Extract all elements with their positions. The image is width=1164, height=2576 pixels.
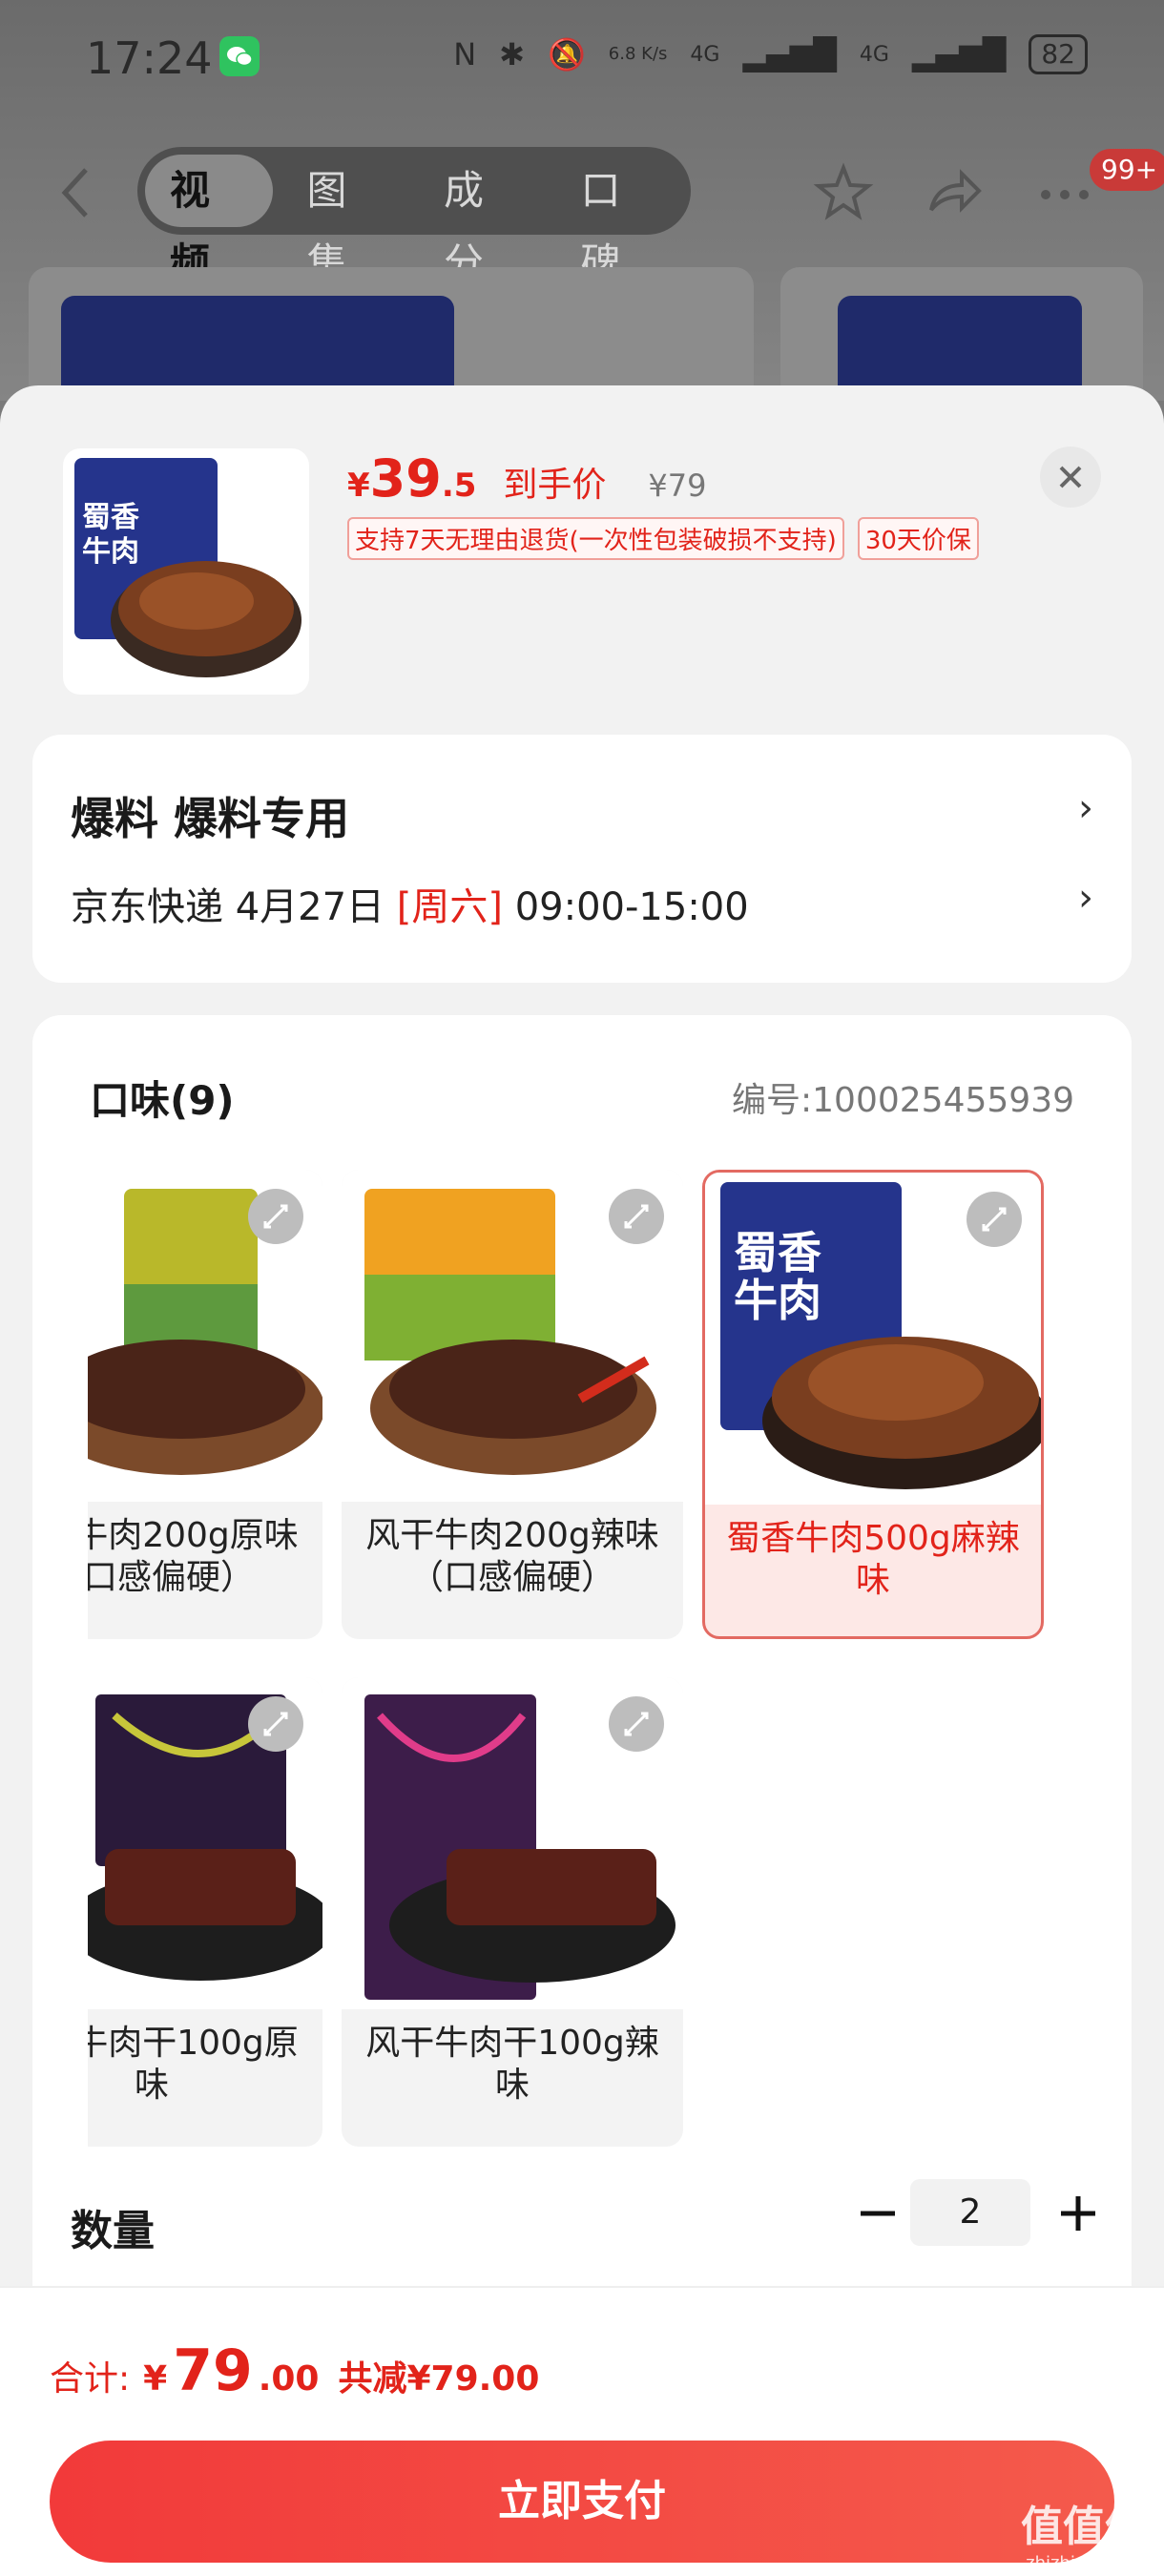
status-time: 17:24 bbox=[86, 32, 213, 84]
options-row-1: 风干牛肉200g原味（口感偏硬） 风干牛肉200g辣味（口感偏硬） 蜀香牛肉 蜀… bbox=[88, 1170, 1070, 1704]
order-total: 合计: ¥ 79 .00 共减¥79.00 bbox=[50, 2337, 539, 2404]
quantity-decrease-button[interactable] bbox=[849, 2185, 906, 2242]
product-code: 编号:100025455939 bbox=[732, 1081, 1074, 1120]
battery-indicator: 82 bbox=[1029, 34, 1088, 74]
product-thumbnail: 蜀香 牛肉 bbox=[63, 448, 309, 695]
tab-gallery[interactable]: 图集 bbox=[282, 155, 410, 286]
address-card[interactable]: 爆料 爆料专用 › 京东快递 4月27日 [周六] 09:00-15:00 › bbox=[32, 735, 1132, 983]
total-symbol: ¥ bbox=[143, 2359, 168, 2399]
message-badge: 99+ bbox=[1090, 149, 1164, 191]
status-icons: N ✱ 🔕 6.8 K/s 4G ▂▄▆█ 4G ▂▄▆█ 82 bbox=[453, 34, 1088, 74]
flavor-title: 口味(9) bbox=[90, 1077, 235, 1124]
pay-now-button[interactable]: 立即支付 bbox=[50, 2441, 1114, 2563]
nfc-icon: N bbox=[453, 36, 477, 73]
svg-text:牛肉: 牛肉 bbox=[734, 1275, 821, 1326]
close-button[interactable] bbox=[1040, 447, 1101, 508]
status-bar: 17:24 N ✱ 🔕 6.8 K/s 4G ▂▄▆█ 4G ▂▄▆█ 82 bbox=[0, 0, 1164, 114]
net-speed: 6.8 K/s bbox=[608, 44, 668, 64]
address-title: 爆料 爆料专用 bbox=[71, 793, 350, 844]
watermark: 值值值 zhizhizhi.com bbox=[1021, 2503, 1147, 2573]
expand-icon[interactable] bbox=[967, 1192, 1022, 1247]
return-policy-tag: 支持7天无理由退货(一次性包装破损不支持) bbox=[347, 517, 844, 560]
service-tags: 支持7天无理由退货(一次性包装破损不支持) 30天价保 bbox=[347, 517, 979, 560]
plus-icon bbox=[1061, 2196, 1095, 2231]
quantity-input[interactable]: 2 bbox=[910, 2179, 1030, 2246]
signal-icon-1: ▂▄▆█ bbox=[742, 36, 837, 73]
option-label: 蜀香牛肉500g麻辣味 bbox=[726, 1519, 1020, 1600]
signal-icon-2: ▂▄▆█ bbox=[911, 36, 1007, 73]
back-button[interactable] bbox=[57, 164, 95, 221]
option-label: 风干牛肉200g辣味（口感偏硬） bbox=[365, 1516, 659, 1597]
total-decimal: .00 bbox=[258, 2359, 320, 2399]
option-label: 风干牛肉干100g辣味 bbox=[365, 2024, 659, 2105]
tab-video[interactable]: 视频 bbox=[145, 155, 273, 286]
option-card[interactable]: 风干牛肉干100g原味 bbox=[88, 1677, 322, 2147]
expand-icon[interactable] bbox=[248, 1189, 303, 1244]
total-label: 合计: bbox=[50, 2359, 131, 2399]
expand-icon[interactable] bbox=[609, 1696, 664, 1752]
quantity-label: 数量 bbox=[71, 2207, 155, 2255]
tab-reviews[interactable]: 口碑 bbox=[556, 155, 684, 286]
favorite-star-icon[interactable] bbox=[813, 162, 874, 223]
tab-ingredients[interactable]: 成分 bbox=[419, 155, 547, 286]
options-row-2: 风干牛肉干100g原味 风干牛肉干100g辣味 bbox=[88, 1677, 1070, 2173]
quantity-increase-button[interactable] bbox=[1050, 2185, 1107, 2242]
pack-text: 蜀香 bbox=[82, 501, 139, 534]
original-price: ¥79 bbox=[648, 467, 707, 504]
chevron-right-icon: › bbox=[1078, 786, 1093, 830]
total-savings: 共减¥79.00 bbox=[338, 2359, 540, 2399]
media-tabs: 视频 图集 成分 口碑 bbox=[137, 147, 691, 286]
price-symbol: ¥ bbox=[347, 467, 370, 505]
option-card-selected[interactable]: 蜀香 牛肉 蜀香牛肉500g麻辣味 bbox=[702, 1170, 1044, 1639]
wechat-icon bbox=[219, 36, 260, 76]
chevron-right-icon: › bbox=[1078, 876, 1093, 920]
price-integer: 39 bbox=[369, 448, 442, 509]
minus-icon bbox=[861, 2211, 895, 2216]
share-icon[interactable] bbox=[924, 162, 985, 223]
option-card[interactable]: 风干牛肉200g辣味（口感偏硬） bbox=[342, 1170, 683, 1639]
price-label: 到手价 bbox=[503, 466, 607, 505]
expand-icon[interactable] bbox=[248, 1696, 303, 1752]
svg-text:蜀香: 蜀香 bbox=[734, 1227, 821, 1278]
svg-text:牛肉: 牛肉 bbox=[82, 535, 139, 569]
option-label: 风干牛肉200g原味（口感偏硬） bbox=[88, 1516, 299, 1597]
shipping-info[interactable]: 京东快递 4月27日 [周六] 09:00-15:00 bbox=[71, 876, 749, 931]
shipping-day: [周六] bbox=[396, 885, 503, 929]
bluetooth-icon: ✱ bbox=[499, 36, 525, 73]
option-card[interactable]: 风干牛肉干100g辣味 bbox=[342, 1677, 683, 2147]
signal-label-2: 4G bbox=[859, 42, 889, 67]
price-decimal: .5 bbox=[441, 467, 477, 505]
option-card[interactable]: 风干牛肉200g原味（口感偏硬） bbox=[88, 1170, 322, 1639]
total-integer: 79 bbox=[173, 2337, 253, 2404]
expand-icon[interactable] bbox=[609, 1189, 664, 1244]
product-navbar: 视频 图集 成分 口碑 99+ bbox=[0, 143, 1164, 286]
close-icon bbox=[1059, 466, 1082, 488]
signal-label-1: 4G bbox=[690, 42, 720, 67]
option-label: 风干牛肉干100g原味 bbox=[88, 2024, 299, 2105]
more-menu-icon[interactable] bbox=[1034, 162, 1095, 223]
price-line: ¥39.5 到手价 ¥79 bbox=[347, 448, 707, 509]
mute-icon: 🔕 bbox=[547, 36, 586, 73]
checkout-footer: 合计: ¥ 79 .00 共减¥79.00 立即支付 bbox=[0, 2286, 1164, 2576]
price-protection-tag: 30天价保 bbox=[857, 517, 979, 560]
